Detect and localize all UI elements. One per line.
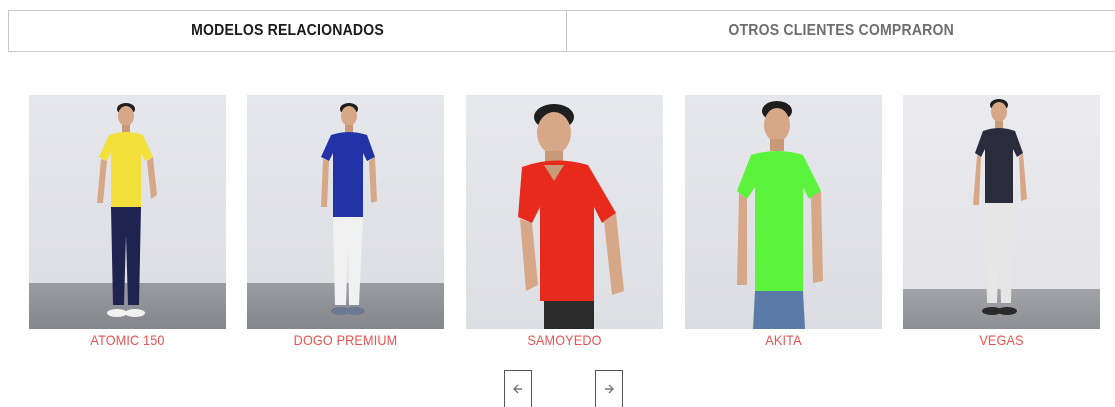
product-image[interactable] — [29, 95, 226, 329]
product-card-vegas[interactable]: VEGAS — [903, 95, 1100, 348]
product-name[interactable]: ATOMIC 150 — [39, 332, 216, 348]
model-figure — [97, 103, 157, 317]
carousel-prev-button[interactable] — [504, 370, 532, 407]
related-products-section: MODELOS RELACIONADOS OTROS CLIENTES COMP… — [0, 0, 1115, 407]
model-figure — [973, 99, 1027, 315]
tab-related-models-wrap[interactable]: MODELOS RELACIONADOS — [9, 11, 567, 51]
product-card-dogo-premium[interactable]: DOGO PREMIUM — [247, 95, 444, 348]
model-figure — [737, 101, 823, 329]
product-name[interactable]: SAMOYEDO — [476, 332, 653, 348]
product-image[interactable] — [685, 95, 882, 329]
product-name[interactable]: DOGO PREMIUM — [257, 332, 434, 348]
product-card-atomic-150[interactable]: ATOMIC 150 — [29, 95, 226, 348]
tab-related-models[interactable]: MODELOS RELACIONADOS — [191, 11, 384, 51]
product-card-akita[interactable]: AKITA — [685, 95, 882, 348]
tab-other-customers-bought[interactable]: OTROS CLIENTES COMPRARON — [728, 11, 954, 51]
carousel-next-button[interactable] — [595, 370, 623, 407]
tab-other-customers-wrap[interactable]: OTROS CLIENTES COMPRARON — [566, 11, 1115, 51]
tabs-bar: MODELOS RELACIONADOS OTROS CLIENTES COMP… — [8, 10, 1115, 52]
product-name[interactable]: VEGAS — [913, 332, 1090, 348]
product-card-samoyedo[interactable]: SAMOYEDO — [466, 95, 663, 348]
model-figure — [321, 103, 377, 315]
product-image[interactable] — [466, 95, 663, 329]
product-image[interactable] — [247, 95, 444, 329]
arrow-left-icon — [513, 384, 522, 394]
product-name[interactable]: AKITA — [695, 332, 872, 348]
arrow-right-icon — [605, 384, 614, 394]
product-image[interactable] — [903, 95, 1100, 329]
model-figure — [518, 104, 624, 329]
